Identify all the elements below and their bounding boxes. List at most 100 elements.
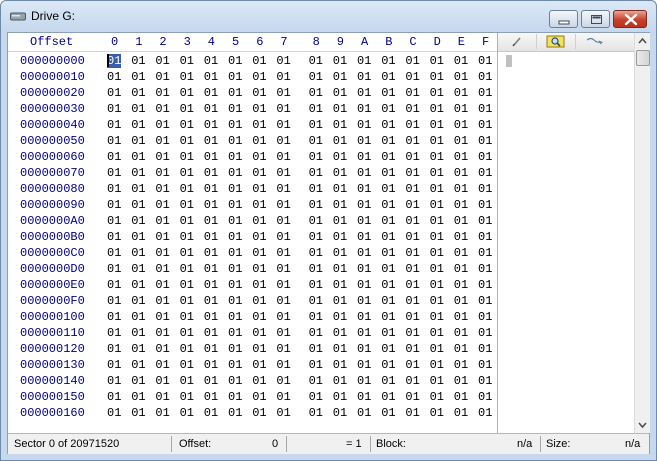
hex-byte[interactable]: 01 — [454, 86, 468, 100]
hex-byte[interactable]: 01 — [381, 310, 395, 324]
hex-byte[interactable]: 01 — [155, 70, 169, 84]
hex-byte[interactable]: 01 — [252, 278, 266, 292]
hex-byte[interactable]: 01 — [405, 150, 419, 164]
hex-byte[interactable]: 01 — [478, 230, 492, 244]
hex-byte[interactable]: 01 — [204, 134, 218, 148]
hex-byte[interactable]: 01 — [155, 390, 169, 404]
hex-byte[interactable]: 01 — [107, 326, 121, 340]
hex-byte[interactable]: 01 — [107, 358, 121, 372]
hex-byte[interactable]: 01 — [228, 118, 242, 132]
hex-byte[interactable]: 01 — [155, 102, 169, 116]
hex-byte[interactable]: 01 — [430, 262, 444, 276]
hex-byte[interactable]: 01 — [252, 150, 266, 164]
hex-byte[interactable]: 01 — [276, 246, 290, 260]
hex-byte[interactable]: 01 — [252, 374, 266, 388]
hex-byte[interactable]: 01 — [276, 390, 290, 404]
hex-byte[interactable]: 01 — [478, 326, 492, 340]
hex-byte[interactable]: 01 — [381, 390, 395, 404]
hex-byte[interactable]: 01 — [454, 70, 468, 84]
hex-byte[interactable]: 01 — [107, 150, 121, 164]
hex-byte[interactable]: 01 — [155, 182, 169, 196]
hex-byte[interactable]: 01 — [107, 70, 121, 84]
hex-byte[interactable]: 01 — [107, 278, 121, 292]
hex-byte[interactable]: 01 — [405, 310, 419, 324]
hex-byte[interactable]: 01 — [276, 374, 290, 388]
hex-byte[interactable]: 01 — [454, 326, 468, 340]
hex-byte[interactable]: 01 — [309, 214, 323, 228]
hex-byte[interactable]: 01 — [252, 326, 266, 340]
hex-byte[interactable]: 01 — [252, 54, 266, 68]
hex-byte[interactable]: 01 — [333, 134, 347, 148]
hex-byte[interactable]: 01 — [107, 342, 121, 356]
hex-byte[interactable]: 01 — [180, 262, 194, 276]
hex-byte[interactable]: 01 — [180, 86, 194, 100]
hex-byte[interactable]: 01 — [405, 374, 419, 388]
hex-byte[interactable]: 01 — [204, 54, 218, 68]
hex-byte[interactable]: 01 — [204, 102, 218, 116]
hex-byte[interactable]: 01 — [107, 214, 121, 228]
hex-byte[interactable]: 01 — [405, 166, 419, 180]
hex-byte[interactable]: 01 — [381, 134, 395, 148]
hex-byte[interactable]: 01 — [430, 390, 444, 404]
hex-byte[interactable]: 01 — [228, 102, 242, 116]
hex-byte[interactable]: 01 — [107, 246, 121, 260]
hex-byte[interactable]: 01 — [309, 374, 323, 388]
hex-byte[interactable]: 01 — [430, 70, 444, 84]
hex-byte[interactable]: 01 — [228, 310, 242, 324]
hex-byte[interactable]: 01 — [309, 70, 323, 84]
hex-byte[interactable]: 01 — [131, 150, 145, 164]
hex-byte[interactable]: 01 — [381, 358, 395, 372]
hex-byte[interactable]: 01 — [131, 278, 145, 292]
scroll-down-button[interactable] — [635, 417, 650, 433]
pen-tool-button[interactable] — [498, 34, 537, 49]
maximize-button[interactable] — [581, 10, 610, 28]
hex-byte[interactable]: 01 — [405, 294, 419, 308]
hex-byte[interactable]: 01 — [228, 182, 242, 196]
hex-byte[interactable]: 01 — [252, 214, 266, 228]
hex-byte[interactable]: 01 — [155, 86, 169, 100]
hex-byte[interactable]: 01 — [204, 182, 218, 196]
hex-byte[interactable]: 01 — [204, 198, 218, 212]
hex-byte[interactable]: 01 — [107, 54, 122, 68]
hex-byte[interactable]: 01 — [381, 102, 395, 116]
hex-byte[interactable]: 01 — [155, 294, 169, 308]
hex-byte[interactable]: 01 — [180, 278, 194, 292]
hex-byte[interactable]: 01 — [204, 150, 218, 164]
hex-byte[interactable]: 01 — [454, 214, 468, 228]
hex-byte[interactable]: 01 — [333, 86, 347, 100]
hex-byte[interactable]: 01 — [454, 374, 468, 388]
hex-byte[interactable]: 01 — [357, 118, 371, 132]
hex-byte[interactable]: 01 — [454, 134, 468, 148]
hex-byte[interactable]: 01 — [228, 278, 242, 292]
hex-byte[interactable]: 01 — [252, 342, 266, 356]
hex-byte[interactable]: 01 — [309, 54, 323, 68]
hex-byte[interactable]: 01 — [228, 134, 242, 148]
hex-byte[interactable]: 01 — [357, 358, 371, 372]
hex-byte[interactable]: 01 — [405, 342, 419, 356]
hex-byte[interactable]: 01 — [276, 134, 290, 148]
hex-byte[interactable]: 01 — [180, 166, 194, 180]
hex-byte[interactable]: 01 — [155, 150, 169, 164]
hex-byte[interactable]: 01 — [228, 214, 242, 228]
hex-byte[interactable]: 01 — [228, 390, 242, 404]
hex-byte[interactable]: 01 — [204, 230, 218, 244]
hex-byte[interactable]: 01 — [180, 230, 194, 244]
hex-byte[interactable]: 01 — [252, 166, 266, 180]
hex-byte[interactable]: 01 — [228, 406, 242, 420]
hex-byte[interactable]: 01 — [180, 294, 194, 308]
hex-byte[interactable]: 01 — [252, 70, 266, 84]
hex-byte[interactable]: 01 — [155, 246, 169, 260]
hex-byte[interactable]: 01 — [454, 230, 468, 244]
hex-byte[interactable]: 01 — [405, 54, 419, 68]
hex-byte[interactable]: 01 — [333, 278, 347, 292]
hex-byte[interactable]: 01 — [204, 246, 218, 260]
hex-byte[interactable]: 01 — [131, 54, 145, 68]
hex-byte[interactable]: 01 — [430, 246, 444, 260]
hex-byte[interactable]: 01 — [357, 342, 371, 356]
hex-byte[interactable]: 01 — [180, 54, 194, 68]
hex-byte[interactable]: 01 — [430, 182, 444, 196]
hex-byte[interactable]: 01 — [252, 310, 266, 324]
hex-byte[interactable]: 01 — [276, 150, 290, 164]
hex-byte[interactable]: 01 — [107, 86, 121, 100]
hex-byte[interactable]: 01 — [309, 134, 323, 148]
